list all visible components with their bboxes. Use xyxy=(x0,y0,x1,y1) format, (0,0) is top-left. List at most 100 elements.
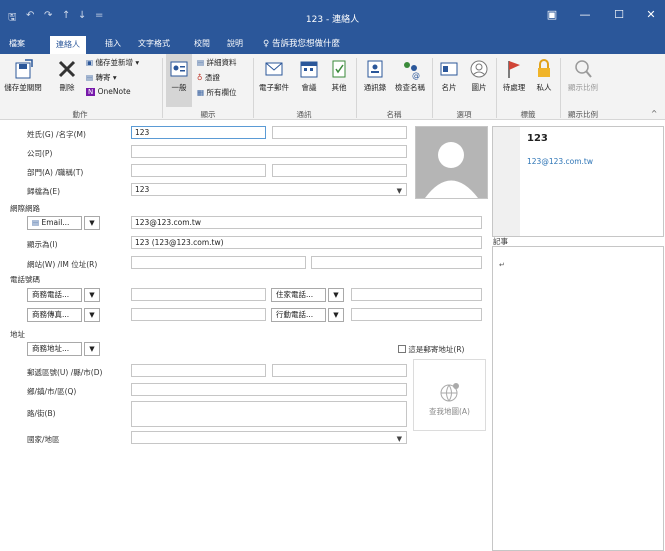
picture-button[interactable]: 圖片 xyxy=(466,58,492,93)
chevron-down-icon: ▼ xyxy=(396,187,402,195)
title-bar: 🖫 ↶ ↷ ↑ ↓ = 123 - 連絡人 ▣ — ☐ ✕ xyxy=(0,0,665,34)
home-phone-dropdown-arrow[interactable]: ▼ xyxy=(328,288,344,302)
business-address-dropdown-arrow[interactable]: ▼ xyxy=(84,342,100,356)
flag-icon xyxy=(508,61,520,78)
tab-format-text[interactable]: 文字格式 xyxy=(136,34,172,54)
ribbon: 儲存並關閉 刪除 ▣ 儲存並新增 ▾ ▤ 轉寄 ▾ N OneNote 動作 一… xyxy=(0,54,665,120)
more-button[interactable]: 其他 xyxy=(326,58,352,93)
meeting-button[interactable]: 會議 xyxy=(296,58,322,93)
notes-field[interactable]: ↵ xyxy=(492,246,664,551)
business-address-button[interactable]: 商務地址... xyxy=(27,342,82,356)
business-phone-button[interactable]: 商務電話... xyxy=(27,288,82,302)
general-button[interactable]: 一般 xyxy=(166,54,192,107)
company-field[interactable] xyxy=(131,145,407,158)
im-address-field[interactable] xyxy=(311,256,482,269)
save-close-icon xyxy=(15,59,33,79)
ribbon-display-options-button[interactable]: ▣ xyxy=(541,6,563,24)
group-divider xyxy=(496,58,497,118)
mobile-phone-dropdown-arrow[interactable]: ▼ xyxy=(328,308,344,322)
certificates-button[interactable]: ♁ 憑證 xyxy=(197,72,220,83)
business-fax-field[interactable] xyxy=(131,308,266,321)
person-placeholder-icon xyxy=(416,127,487,198)
tab-insert[interactable]: 插入 xyxy=(103,34,123,54)
group-label-options: 選項 xyxy=(456,110,472,119)
email-button[interactable]: 電子郵件 xyxy=(256,58,292,93)
svg-text:@: @ xyxy=(412,71,420,80)
department-label: 部門(A) /職稱(T) xyxy=(27,168,84,177)
email-field[interactable]: 123@123.com.tw xyxy=(131,216,482,229)
mobile-phone-field[interactable] xyxy=(351,308,482,321)
city-field[interactable] xyxy=(272,364,407,377)
private-button[interactable]: 私人 xyxy=(531,58,557,93)
save-new-button[interactable]: ▣ 儲存並新增 ▾ xyxy=(86,57,139,68)
webpage-label: 網站(W) /IM 位址(R) xyxy=(27,260,98,269)
home-phone-button[interactable]: 住家電話... xyxy=(271,288,326,302)
follow-up-button[interactable]: 待處理 xyxy=(499,58,529,93)
display-as-label: 顯示為(I) xyxy=(27,240,58,249)
onenote-button[interactable]: N OneNote xyxy=(86,87,131,96)
address-book-button[interactable]: 通訊錄 xyxy=(359,58,391,93)
job-title-field[interactable] xyxy=(272,164,407,177)
business-fax-dropdown-arrow[interactable]: ▼ xyxy=(84,308,100,322)
business-card-button[interactable]: 名片 xyxy=(436,58,462,93)
all-fields-label: 所有欄位 xyxy=(206,88,237,97)
map-it-button[interactable]: 查我地圖(A) xyxy=(413,359,486,431)
mailing-address-checkbox[interactable]: 這是郵寄地址(R) xyxy=(398,344,464,355)
address-book-icon xyxy=(367,60,383,78)
forward-button[interactable]: ▤ 轉寄 ▾ xyxy=(86,72,117,83)
zoom-button[interactable]: 顯示比例 xyxy=(563,58,603,93)
street-field[interactable] xyxy=(131,401,407,427)
minimize-button[interactable]: — xyxy=(574,6,596,24)
picture-label: 圖片 xyxy=(471,83,487,92)
delete-button[interactable]: 刪除 xyxy=(52,58,82,93)
mailing-address-label: 這是郵寄地址(R) xyxy=(408,345,465,354)
save-close-button[interactable]: 儲存並關閉 xyxy=(2,58,44,93)
forward-label: 轉寄 xyxy=(95,73,111,82)
checkbox-icon xyxy=(398,345,406,353)
follow-up-label: 待處理 xyxy=(502,83,526,92)
name-label: 姓氏(G) /名字(M) xyxy=(27,130,86,139)
all-fields-button[interactable]: ▦ 所有欄位 xyxy=(197,87,236,98)
group-label-actions: 動作 xyxy=(72,110,88,119)
display-as-field[interactable]: 123 (123@123.com.tw) xyxy=(131,236,482,249)
first-name-field[interactable] xyxy=(272,126,407,139)
tab-file[interactable]: 檔案 xyxy=(7,34,27,54)
business-phone-field[interactable] xyxy=(131,288,266,301)
collapse-ribbon-icon[interactable]: ^ xyxy=(651,109,657,118)
details-button[interactable]: ▤ 詳細資料 xyxy=(197,57,236,68)
webpage-field[interactable] xyxy=(131,256,306,269)
contact-photo[interactable] xyxy=(415,126,488,199)
zip-field[interactable] xyxy=(131,364,266,377)
address-section-header: 地址 xyxy=(10,330,25,339)
email-label: 電子郵件 xyxy=(259,83,289,92)
close-button[interactable]: ✕ xyxy=(640,6,662,24)
tab-contact[interactable]: 連絡人 xyxy=(50,36,86,54)
tab-help[interactable]: 說明 xyxy=(225,34,245,54)
onenote-icon: N xyxy=(86,88,96,96)
town-field[interactable] xyxy=(131,383,407,396)
business-fax-button[interactable]: 商務傳真... xyxy=(27,308,82,322)
restore-button[interactable]: ☐ xyxy=(608,6,630,24)
check-names-button[interactable]: @ 檢查名稱 xyxy=(392,58,428,93)
email-type-dropdown-arrow[interactable]: ▼ xyxy=(84,216,100,230)
business-card-label: 名片 xyxy=(441,83,457,92)
file-as-dropdown[interactable]: 123 ▼ xyxy=(131,183,407,196)
mobile-phone-button[interactable]: 行動電話... xyxy=(271,308,326,322)
home-phone-field[interactable] xyxy=(351,288,482,301)
email-type-button[interactable]: ▤ Email... xyxy=(27,216,82,230)
country-dropdown[interactable]: ▼ xyxy=(131,431,407,444)
group-label-show: 顯示 xyxy=(200,110,216,119)
ribbon-tabs: 檔案 連絡人 插入 文字格式 校閱 說明 ♀ 告訴我您想做什麼 xyxy=(0,34,665,54)
save-close-label: 儲存並關閉 xyxy=(4,83,42,92)
last-name-field[interactable]: 123 xyxy=(131,126,266,139)
zip-city-label: 郵遞區號(U) /縣/市(D) xyxy=(27,368,103,377)
group-label-names: 名稱 xyxy=(386,110,402,119)
business-card-preview[interactable]: 123 123@123.com.tw xyxy=(492,126,664,237)
contact-card-icon xyxy=(170,61,188,77)
tell-me-search[interactable]: ♀ 告訴我您想做什麼 xyxy=(263,34,340,54)
department-field[interactable] xyxy=(131,164,266,177)
street-label: 路/街(B) xyxy=(27,409,56,418)
paragraph-mark: ↵ xyxy=(499,261,505,269)
tab-review[interactable]: 校閱 xyxy=(192,34,212,54)
business-phone-dropdown-arrow[interactable]: ▼ xyxy=(84,288,100,302)
